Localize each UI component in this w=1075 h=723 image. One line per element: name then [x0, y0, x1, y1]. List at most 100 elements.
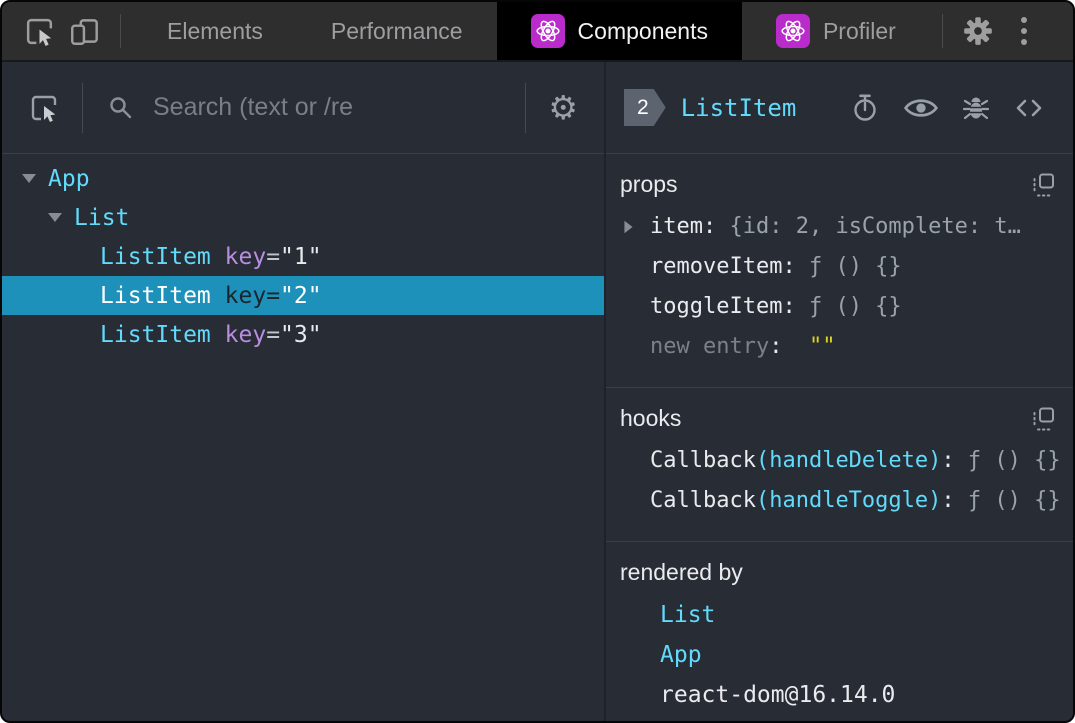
owners-stack-badge[interactable]: 2	[624, 89, 666, 126]
prop-value: ƒ () {}	[967, 488, 1061, 513]
component-tree-pane: ⚙ App List ListItem key="1"ListItem key="2…	[2, 62, 606, 721]
prop-row-toggleitem[interactable]: toggleItem: ƒ () {}	[616, 287, 1061, 327]
rendered-by-row: App	[616, 635, 1061, 675]
prop-value[interactable]: ""	[809, 334, 836, 359]
owner-link[interactable]: List	[660, 602, 715, 628]
tree-settings-button[interactable]: ⚙	[548, 91, 578, 124]
colon: :	[782, 254, 796, 279]
prop-key: toggleItem	[650, 294, 783, 319]
gear-icon: ⚙	[548, 88, 578, 127]
component-name: ListItem	[100, 321, 211, 348]
key-attribute: key	[224, 282, 267, 309]
key-value: "2"	[280, 282, 322, 309]
prop-value: {id: 2, isComplete: t…	[729, 214, 1021, 239]
tab-label: Components	[577, 17, 708, 44]
expander-box[interactable]	[48, 213, 74, 222]
hook-name: (handleDelete)	[755, 448, 942, 473]
prop-key: Callback	[650, 488, 756, 513]
devtools-toolbar: Elements Performance Components Profiler	[2, 2, 1073, 62]
tab-elements[interactable]: Elements	[133, 2, 297, 60]
colon: :	[941, 448, 955, 473]
copy-props-button[interactable]	[1030, 171, 1057, 198]
devtools-menu-button[interactable]	[1001, 2, 1047, 60]
inspect-cursor-icon	[31, 95, 57, 122]
react-logo-icon	[530, 14, 565, 48]
key-attribute: key	[224, 321, 267, 348]
renderer-version: react-dom@16.14.0	[660, 682, 896, 708]
prop-key: removeItem	[650, 254, 783, 279]
expander-box[interactable]	[22, 174, 48, 183]
stopwatch-icon	[854, 93, 876, 121]
details-header: 2 ListItem	[606, 62, 1073, 154]
section-props: props item: {id: 2, isComplete: t… remove…	[606, 154, 1073, 388]
tree-toolbar: ⚙	[2, 62, 604, 154]
prop-value: ƒ () {}	[808, 254, 902, 279]
pick-component-button[interactable]	[28, 92, 60, 124]
react-logo-icon	[775, 14, 810, 48]
devtools-settings-button[interactable]	[955, 2, 1001, 60]
rendered-by-row: List	[616, 595, 1061, 635]
toolbar-separator	[941, 14, 943, 48]
tab-profiler[interactable]: Profiler	[742, 2, 930, 60]
chevron-down-icon	[48, 213, 62, 222]
gear-icon	[964, 17, 992, 45]
toolbar-separator	[120, 14, 121, 48]
suspense-toggle-button[interactable]	[849, 92, 881, 124]
prop-key: Callback	[650, 448, 756, 473]
component-name: ListItem	[100, 243, 211, 270]
colon: :	[941, 488, 955, 513]
section-rendered-by: rendered by List App react-dom@16.14.0	[606, 542, 1073, 721]
kebab-menu-icon	[1020, 17, 1027, 45]
bug-icon	[962, 97, 990, 119]
tree-row-listitem[interactable]: ListItem key = "3"	[2, 315, 604, 354]
tree-row-app[interactable]: App	[2, 159, 604, 198]
tab-performance[interactable]: Performance	[297, 2, 497, 60]
tab-label: Profiler	[822, 17, 896, 44]
prop-row-callback[interactable]: Callback(handleDelete): ƒ () {}	[616, 441, 1061, 481]
key-attribute: key	[224, 243, 267, 270]
selected-component-name: ListItem	[680, 93, 797, 122]
prop-row-callback[interactable]: Callback(handleToggle): ƒ () {}	[616, 481, 1061, 521]
section-hooks: hooks Callback(handleDelete): ƒ () {} Cal…	[606, 388, 1073, 542]
tree-row-listitem[interactable]: ListItem key = "2"	[2, 276, 604, 315]
inspect-element-button[interactable]	[16, 2, 62, 60]
tree-row-listitem[interactable]: ListItem key = "1"	[2, 237, 604, 276]
device-toolbar-button[interactable]	[62, 2, 108, 60]
tab-label: Performance	[330, 17, 463, 44]
prop-value: ƒ () {}	[808, 294, 902, 319]
prop-key: item	[650, 214, 703, 239]
chevron-right-icon[interactable]	[624, 220, 633, 234]
prop-row-new-entry[interactable]: new entry: ""	[616, 327, 1061, 367]
device-toolbar-icon	[71, 19, 98, 45]
tab-components[interactable]: Components	[496, 2, 742, 60]
tab-label: Elements	[167, 17, 263, 44]
eye-icon	[903, 98, 939, 117]
copy-icon	[1033, 407, 1054, 430]
key-value: "1"	[280, 243, 322, 270]
tree-row-list[interactable]: List	[2, 198, 604, 237]
component-name: List	[74, 204, 130, 231]
prop-key: new entry	[650, 334, 770, 359]
rendered-by-row: react-dom@16.14.0	[616, 675, 1061, 715]
separator	[525, 82, 527, 133]
owner-link[interactable]: App	[660, 642, 702, 668]
section-title: rendered by	[620, 558, 743, 585]
log-to-console-button[interactable]	[961, 93, 991, 123]
hook-name: (handleToggle)	[755, 488, 942, 513]
prop-row-removeitem[interactable]: removeItem: ƒ () {}	[616, 247, 1061, 287]
inspect-dom-button[interactable]	[903, 95, 939, 121]
copy-hooks-button[interactable]	[1030, 405, 1057, 432]
section-title: props	[620, 170, 678, 197]
colon: :	[702, 214, 717, 239]
prop-row-item[interactable]: item: {id: 2, isComplete: t…	[616, 207, 1061, 247]
key-value: "3"	[280, 321, 322, 348]
view-source-button[interactable]	[1013, 93, 1045, 123]
search-input[interactable]	[151, 92, 526, 123]
search-icon	[110, 96, 132, 118]
